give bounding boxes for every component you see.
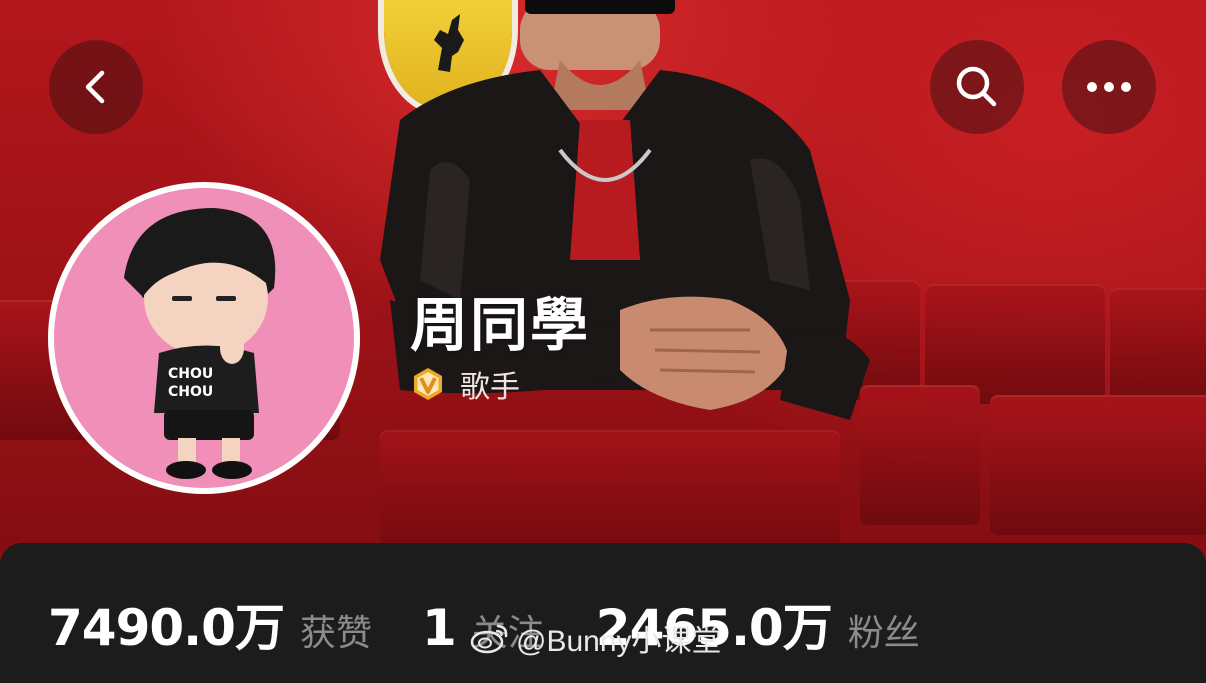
avatar-shirt-text-1: CHOU [168, 366, 213, 382]
likes-count: 7490.0万 [48, 599, 285, 657]
avatar-shirt-text-2: CHOU [168, 384, 213, 400]
weibo-logo-icon [470, 624, 508, 654]
followers-label[interactable]: 粉丝 [848, 604, 920, 656]
avatar-figure-illustration: CHOU CHOU [124, 208, 276, 479]
following-count[interactable]: 1 [422, 599, 457, 657]
avatar-image: CHOU CHOU [54, 188, 354, 488]
search-icon [956, 66, 997, 107]
search-button[interactable] [930, 40, 1024, 134]
profile-name: 周同學 [410, 291, 591, 359]
verification-row: 歌手 [410, 362, 520, 406]
watermark-text: @Bunny小课堂 [516, 625, 722, 658]
more-horizontal-icon [1087, 82, 1131, 92]
likes-label: 获赞 [299, 613, 372, 654]
more-button[interactable] [1062, 40, 1156, 134]
chevron-left-icon [85, 70, 105, 104]
profile-role: 歌手 [460, 370, 520, 405]
watermark: @Bunny小课堂 [470, 616, 722, 660]
back-button[interactable] [49, 40, 143, 134]
avatar[interactable]: CHOU CHOU [48, 182, 360, 494]
verified-v-badge-icon [414, 368, 442, 400]
